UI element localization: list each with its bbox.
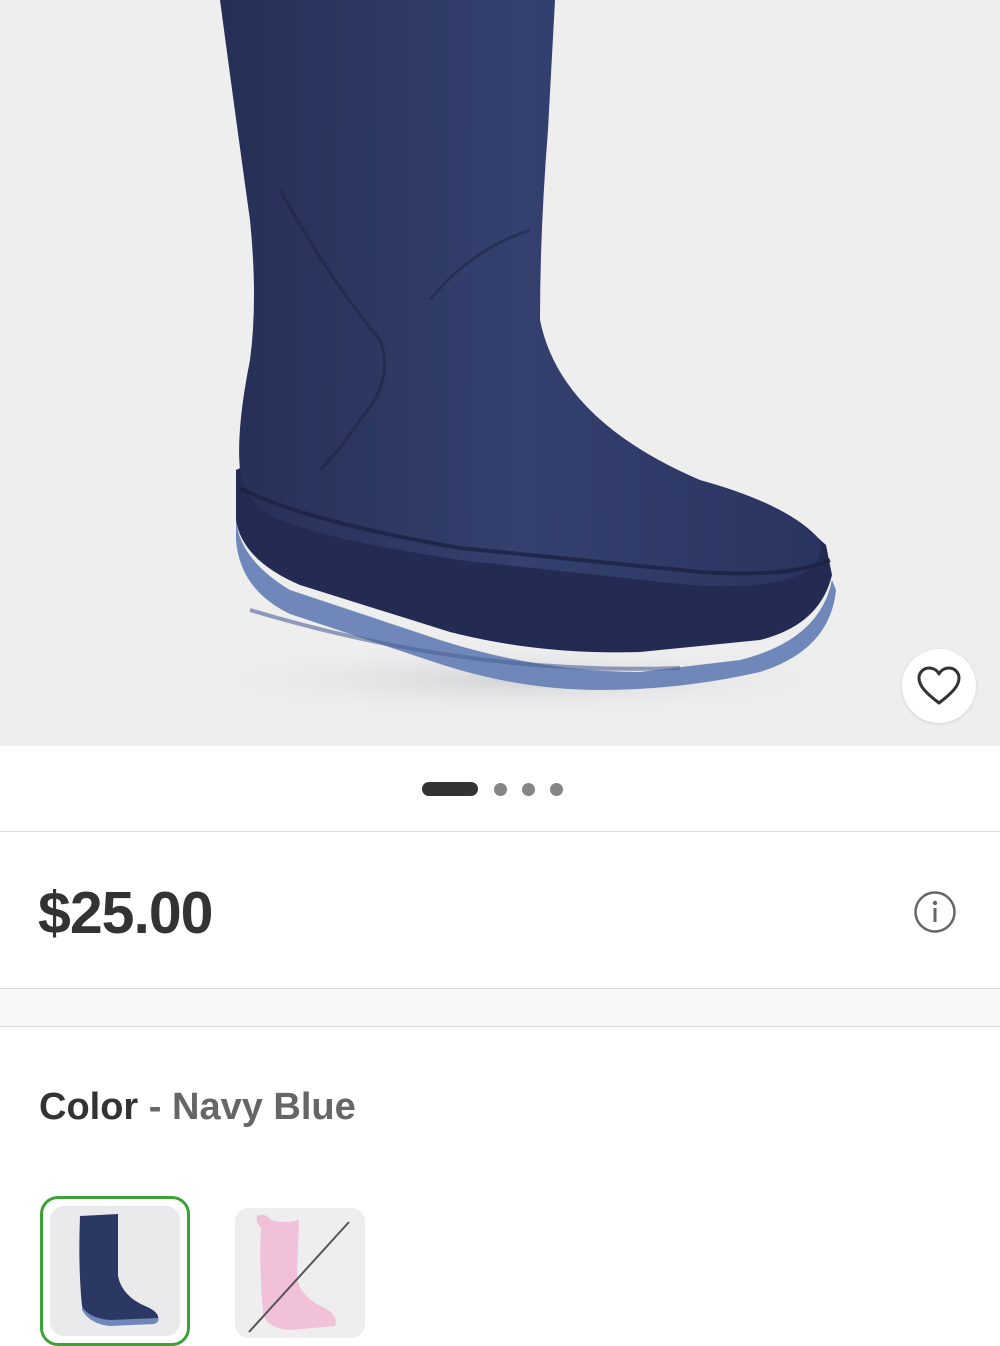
boot-illustration xyxy=(160,0,880,720)
info-circle-icon xyxy=(914,891,956,933)
color-swatch-navy-blue[interactable] xyxy=(50,1206,180,1336)
selected-color-name: Navy Blue xyxy=(172,1086,356,1128)
navy-boot-thumbnail xyxy=(50,1206,180,1336)
price-section: $25.00 xyxy=(0,833,1000,988)
carousel-indicator[interactable] xyxy=(0,746,1000,832)
color-label-text: Color xyxy=(39,1086,139,1128)
product-hero-image[interactable] xyxy=(0,0,1000,746)
price-info-button[interactable] xyxy=(913,890,957,939)
divider xyxy=(0,831,1000,832)
product-price: $25.00 xyxy=(38,880,213,946)
pink-boot-thumbnail xyxy=(235,1208,365,1338)
color-separator: - xyxy=(148,1086,162,1128)
color-swatch-pink[interactable] xyxy=(235,1208,365,1338)
divider xyxy=(0,1026,1000,1027)
carousel-dot-active[interactable] xyxy=(422,782,478,796)
color-label: Color - Navy Blue xyxy=(39,1086,356,1129)
favorite-button[interactable] xyxy=(902,649,976,723)
heart-outline-icon xyxy=(917,666,961,705)
carousel-dot[interactable] xyxy=(550,782,563,796)
carousel-dot[interactable] xyxy=(522,782,535,796)
section-spacer xyxy=(0,989,1000,1026)
carousel-dot[interactable] xyxy=(494,782,507,796)
